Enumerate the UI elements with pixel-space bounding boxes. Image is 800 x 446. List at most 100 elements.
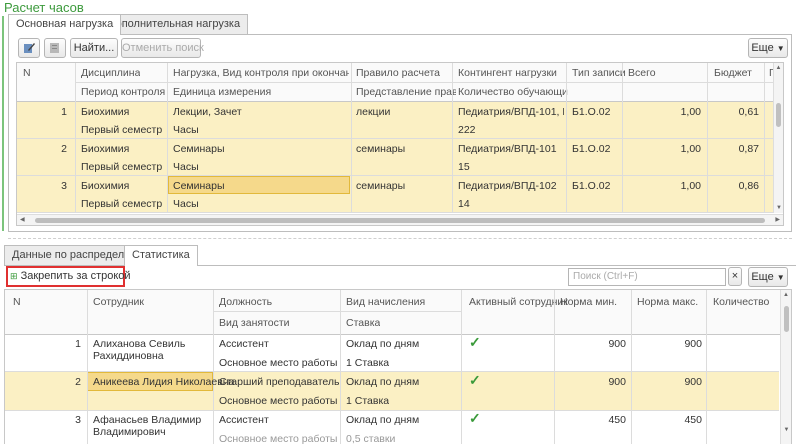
more-button-top[interactable]: Еще ▼ [748, 38, 788, 58]
more-button-bottom[interactable]: Еще ▼ [748, 267, 788, 287]
position-cell: Ассистент [219, 338, 269, 350]
header-load[interactable]: Нагрузка, Вид контроля при окончании [173, 67, 349, 79]
scroll-down-icon[interactable]: ▼ [774, 205, 783, 211]
scroll-down-icon[interactable]: ▼ [781, 427, 791, 433]
rate-cell: 1 Ставка [346, 395, 390, 407]
cancel-search-button[interactable]: Отменить поиск [121, 38, 204, 58]
more-label: Еще [751, 42, 774, 54]
vertical-scrollbar[interactable]: ▲ ▼ [773, 63, 783, 213]
employee-name: Алиханова Севиль [93, 338, 186, 350]
employee-name-line2: Владимирович [93, 426, 166, 438]
header-period[interactable]: Период контроля [81, 86, 165, 98]
total-cell: 1,00 [680, 143, 701, 155]
employment-cell: Основное место работы [219, 357, 338, 369]
employee-name: Аникеева Лидия Николаевна [93, 376, 235, 388]
header-budget[interactable]: Бюджет [714, 67, 752, 79]
header-n[interactable]: N [23, 67, 31, 79]
period-cell: Первый семестр [81, 161, 163, 173]
header-total[interactable]: Всего [628, 67, 656, 79]
attach-label: Закрепить за строкой [20, 270, 131, 282]
discipline-cell: Биохимия [81, 143, 130, 155]
row-number: 1 [61, 106, 67, 118]
chevron-down-icon: ▼ [776, 273, 785, 282]
search-input[interactable]: Поиск (Ctrl+F) [568, 268, 726, 286]
header-n[interactable]: N [13, 296, 21, 308]
copy-button[interactable] [44, 38, 66, 58]
scroll-right-icon[interactable]: ▶ [775, 216, 780, 223]
position-cell: Старший преподаватель [219, 376, 340, 388]
attach-to-row-button[interactable]: ⊞ Закрепить за строкой [10, 268, 131, 285]
header-min[interactable]: Норма мин. [560, 296, 617, 308]
scroll-left-icon[interactable]: ◀ [20, 216, 25, 223]
vertical-scrollbar[interactable]: ▲ ▼ [780, 290, 791, 444]
type-cell: Б1.О.02 [572, 143, 611, 155]
statistics-table[interactable]: N Сотрудник Должность Вид начисления Акт… [4, 289, 792, 444]
active-check-icon: ✓ [469, 334, 481, 350]
edit-icon [24, 43, 35, 53]
row-number: 1 [75, 338, 81, 350]
budget-cell: 0,86 [738, 180, 759, 192]
row-number: 2 [75, 376, 81, 388]
period-cell: Первый семестр [81, 124, 163, 136]
row-number: 3 [75, 414, 81, 426]
header-student-count[interactable]: Количество обучающихся [458, 86, 568, 98]
header-discipline[interactable]: Дисциплина [81, 67, 140, 79]
rule-cell: лекции [356, 106, 391, 118]
scroll-thumb[interactable] [784, 306, 789, 332]
count-cell: 14 [458, 198, 470, 210]
copy-icon [50, 43, 59, 53]
min-cell: 450 [608, 414, 626, 426]
header-type[interactable]: Тип записи [572, 67, 626, 79]
accrual-cell: Оклад по дням [346, 338, 420, 350]
header-rule-view[interactable]: Представление прави... [356, 86, 456, 98]
scroll-up-icon[interactable]: ▲ [781, 292, 791, 298]
header-accrual[interactable]: Вид начисления [346, 296, 425, 308]
edit-button[interactable] [18, 38, 40, 58]
discipline-cell: Биохимия [81, 180, 130, 192]
header-rule[interactable]: Правило расчета [356, 67, 440, 79]
tab-statistics[interactable]: Статистика [124, 245, 198, 266]
horizontal-scrollbar[interactable]: ◀ ▶ [17, 214, 783, 225]
budget-cell: 0,61 [738, 106, 759, 118]
discipline-cell: Биохимия [81, 106, 130, 118]
active-check-icon: ✓ [469, 410, 481, 426]
total-cell: 1,00 [680, 106, 701, 118]
clear-search-button[interactable]: × [728, 267, 742, 286]
header-position[interactable]: Должность [219, 296, 272, 308]
type-cell: Б1.О.02 [572, 180, 611, 192]
rule-cell: семинары [356, 143, 406, 155]
header-contingent[interactable]: Контингент нагрузки [458, 67, 557, 79]
accent-line [2, 16, 4, 231]
search-placeholder: Поиск (Ctrl+F) [573, 271, 638, 282]
page-title: Расчет часов [4, 0, 84, 15]
attach-icon: ⊞ [10, 271, 18, 281]
header-employee[interactable]: Сотрудник [93, 296, 144, 308]
contingent-cell: Педиатрия/ВПД-101 [458, 143, 557, 155]
tab-additional-load[interactable]: Дополнительная нагрузка [100, 14, 249, 34]
employee-name: Афанасьев Владимир [93, 414, 202, 426]
load-cell: Семинары [173, 143, 225, 155]
tab-main-load[interactable]: Основная нагрузка [8, 14, 122, 35]
min-cell: 900 [608, 376, 626, 388]
header-unit[interactable]: Единица измерения [173, 86, 271, 98]
accrual-cell: Оклад по дням [346, 414, 420, 426]
scroll-thumb[interactable] [776, 103, 781, 127]
count-cell: 15 [458, 161, 470, 173]
top-table[interactable]: N Дисциплина Нагрузка, Вид контроля при … [16, 62, 784, 226]
count-cell: 222 [458, 124, 476, 136]
header-max[interactable]: Норма макс. [637, 296, 698, 308]
row-number: 2 [61, 143, 67, 155]
header-employment[interactable]: Вид занятости [219, 317, 290, 329]
rate-cell: 0,5 ставки [346, 433, 396, 444]
load-cell: Семинары [173, 180, 225, 192]
h-scroll-thumb[interactable] [35, 218, 765, 223]
active-check-icon: ✓ [469, 372, 481, 388]
scroll-up-icon[interactable]: ▲ [774, 65, 783, 71]
header-quantity[interactable]: Количество [713, 296, 769, 308]
unit-cell: Часы [173, 161, 199, 173]
header-rate[interactable]: Ставка [346, 317, 380, 329]
find-button[interactable]: Найти... [70, 38, 118, 58]
contingent-cell: Педиатрия/ВПД-101, В... [458, 106, 564, 118]
chevron-down-icon: ▼ [776, 44, 785, 53]
splitter[interactable] [8, 238, 792, 239]
